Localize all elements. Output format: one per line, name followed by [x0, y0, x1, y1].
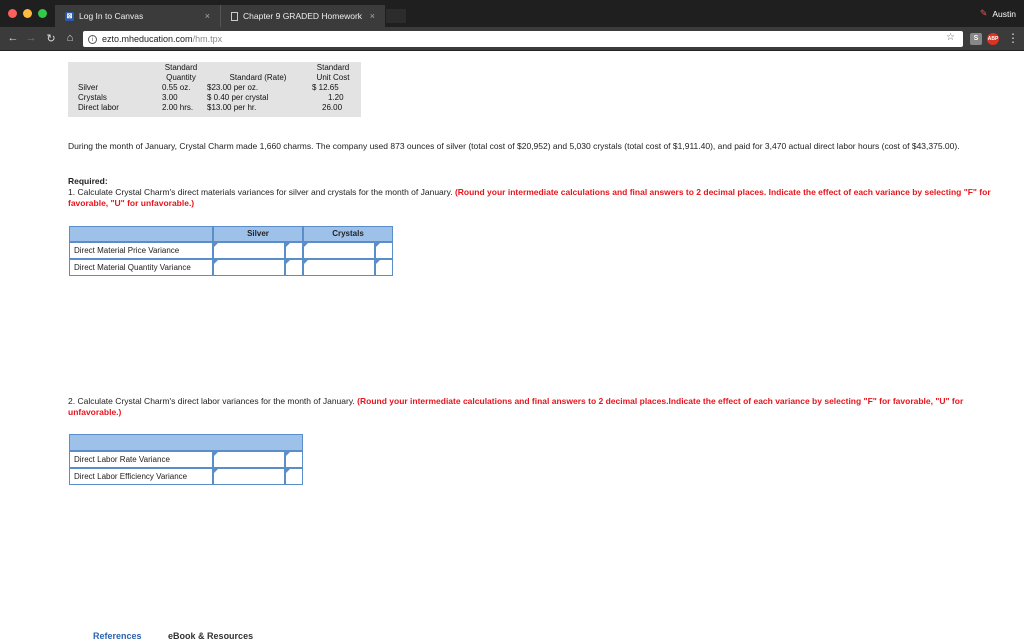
- tab-chapter-9-homework[interactable]: Chapter 9 GRADED Homework ×: [220, 5, 385, 27]
- header-unit-cost-line1: Standard: [316, 63, 350, 72]
- profile-name: Austin: [992, 8, 1016, 19]
- header-unit-cost-line2: Unit Cost: [316, 73, 350, 82]
- address-bar[interactable]: i ezto.mheducation.com /hm.tpx ☆: [83, 31, 963, 47]
- tab-title: Log In to Canvas: [79, 11, 144, 21]
- row-item: Direct labor: [78, 103, 119, 112]
- profile-button[interactable]: ✎ Austin: [980, 8, 1016, 19]
- problem-paragraph: During the month of January, Crystal Cha…: [68, 141, 960, 151]
- url-path: /hm.tpx: [192, 34, 223, 44]
- question-1-text: 1. Calculate Crystal Charm's direct mate…: [68, 187, 455, 197]
- table1-header-crystals: Crystals: [303, 226, 393, 242]
- references-tab[interactable]: References: [93, 631, 142, 640]
- row-quantity: 2.00 hrs.: [162, 103, 194, 112]
- row-quantity: 0.55 oz.: [162, 83, 191, 92]
- table1-header-blank: [69, 226, 213, 242]
- back-arrow-icon[interactable]: ←: [6, 32, 20, 44]
- browser-menu-icon[interactable]: ⋮: [1007, 31, 1019, 45]
- question-1: 1. Calculate Crystal Charm's direct mate…: [68, 187, 1018, 209]
- labor-efficiency-variance-input[interactable]: [213, 468, 285, 485]
- adblock-plus-icon[interactable]: ABP: [987, 33, 999, 45]
- row-unit-cost: 1.20: [328, 93, 344, 102]
- crystals-price-variance-input[interactable]: [303, 242, 375, 259]
- standards-table: Standard Quantity Standard (Rate) Standa…: [68, 62, 361, 117]
- info-icon[interactable]: i: [88, 34, 97, 44]
- silver-price-variance-input[interactable]: [213, 242, 285, 259]
- row-rate: $23.00 per oz.: [207, 83, 259, 92]
- row-item: Silver: [78, 83, 99, 92]
- row-label-labor-efficiency-variance: Direct Labor Efficiency Variance: [69, 468, 213, 485]
- row-item: Crystals: [78, 93, 107, 102]
- table1-header-silver: Silver: [213, 226, 303, 242]
- required-label: Required:: [68, 176, 108, 186]
- home-icon[interactable]: ⌂: [63, 32, 77, 44]
- url-host: ezto.mheducation.com: [102, 34, 193, 44]
- header-rate: Standard (Rate): [229, 73, 287, 82]
- labor-rate-variance-fu-select[interactable]: [285, 451, 303, 468]
- window-maximize-button[interactable]: [38, 9, 47, 18]
- row-rate: $13.00 per hr.: [207, 103, 257, 112]
- row-label-material-quantity-variance: Direct Material Quantity Variance: [69, 259, 213, 276]
- window-minimize-button[interactable]: [23, 9, 32, 18]
- silver-quantity-variance-fu-select[interactable]: [285, 259, 303, 276]
- crystals-price-variance-fu-select[interactable]: [375, 242, 393, 259]
- question-2: 2. Calculate Crystal Charm's direct labo…: [68, 396, 1018, 418]
- silver-price-variance-fu-select[interactable]: [285, 242, 303, 259]
- row-rate: $ 0.40 per crystal: [207, 93, 269, 102]
- new-tab-button[interactable]: [386, 9, 406, 23]
- browser-toolbar: ← → ↻ ⌂ i ezto.mheducation.com /hm.tpx ☆…: [0, 27, 1024, 51]
- row-quantity: 3.00: [162, 93, 178, 102]
- tab-log-in-to-canvas[interactable]: ⊠ Log In to Canvas ×: [55, 5, 220, 27]
- table2-header-blank: [69, 434, 303, 451]
- crystals-quantity-variance-input[interactable]: [303, 259, 375, 276]
- labor-rate-variance-input[interactable]: [213, 451, 285, 468]
- browser-titlebar: ⊠ Log In to Canvas × Chapter 9 GRADED Ho…: [0, 0, 1024, 27]
- question-2-text: 2. Calculate Crystal Charm's direct labo…: [68, 396, 358, 406]
- row-unit-cost: $ 12.65: [312, 83, 339, 92]
- row-unit-cost: 26.00: [322, 103, 343, 112]
- document-favicon-icon: [231, 11, 238, 21]
- profile-icon: ✎: [979, 8, 988, 18]
- extension-s-icon[interactable]: S: [970, 33, 982, 45]
- tab-title: Chapter 9 GRADED Homework: [243, 11, 363, 21]
- ebook-resources-tab[interactable]: eBook & Resources: [168, 631, 253, 640]
- tab-close-icon[interactable]: ×: [370, 11, 375, 21]
- window-close-button[interactable]: [8, 9, 17, 18]
- reload-icon[interactable]: ↻: [44, 32, 58, 45]
- forward-arrow-icon[interactable]: →: [24, 32, 38, 44]
- header-quantity-line1: Standard: [164, 63, 198, 72]
- row-label-material-price-variance: Direct Material Price Variance: [69, 242, 213, 259]
- tab-close-icon[interactable]: ×: [205, 11, 210, 21]
- header-quantity-line2: Quantity: [166, 73, 196, 82]
- bottom-tabs: References eBook & Resources: [93, 631, 277, 640]
- crystals-quantity-variance-fu-select[interactable]: [375, 259, 393, 276]
- canvas-favicon-icon: ⊠: [65, 11, 74, 21]
- labor-efficiency-variance-fu-select[interactable]: [285, 468, 303, 485]
- silver-quantity-variance-input[interactable]: [213, 259, 285, 276]
- row-label-labor-rate-variance: Direct Labor Rate Variance: [69, 451, 213, 468]
- bookmark-star-icon[interactable]: ☆: [946, 32, 955, 43]
